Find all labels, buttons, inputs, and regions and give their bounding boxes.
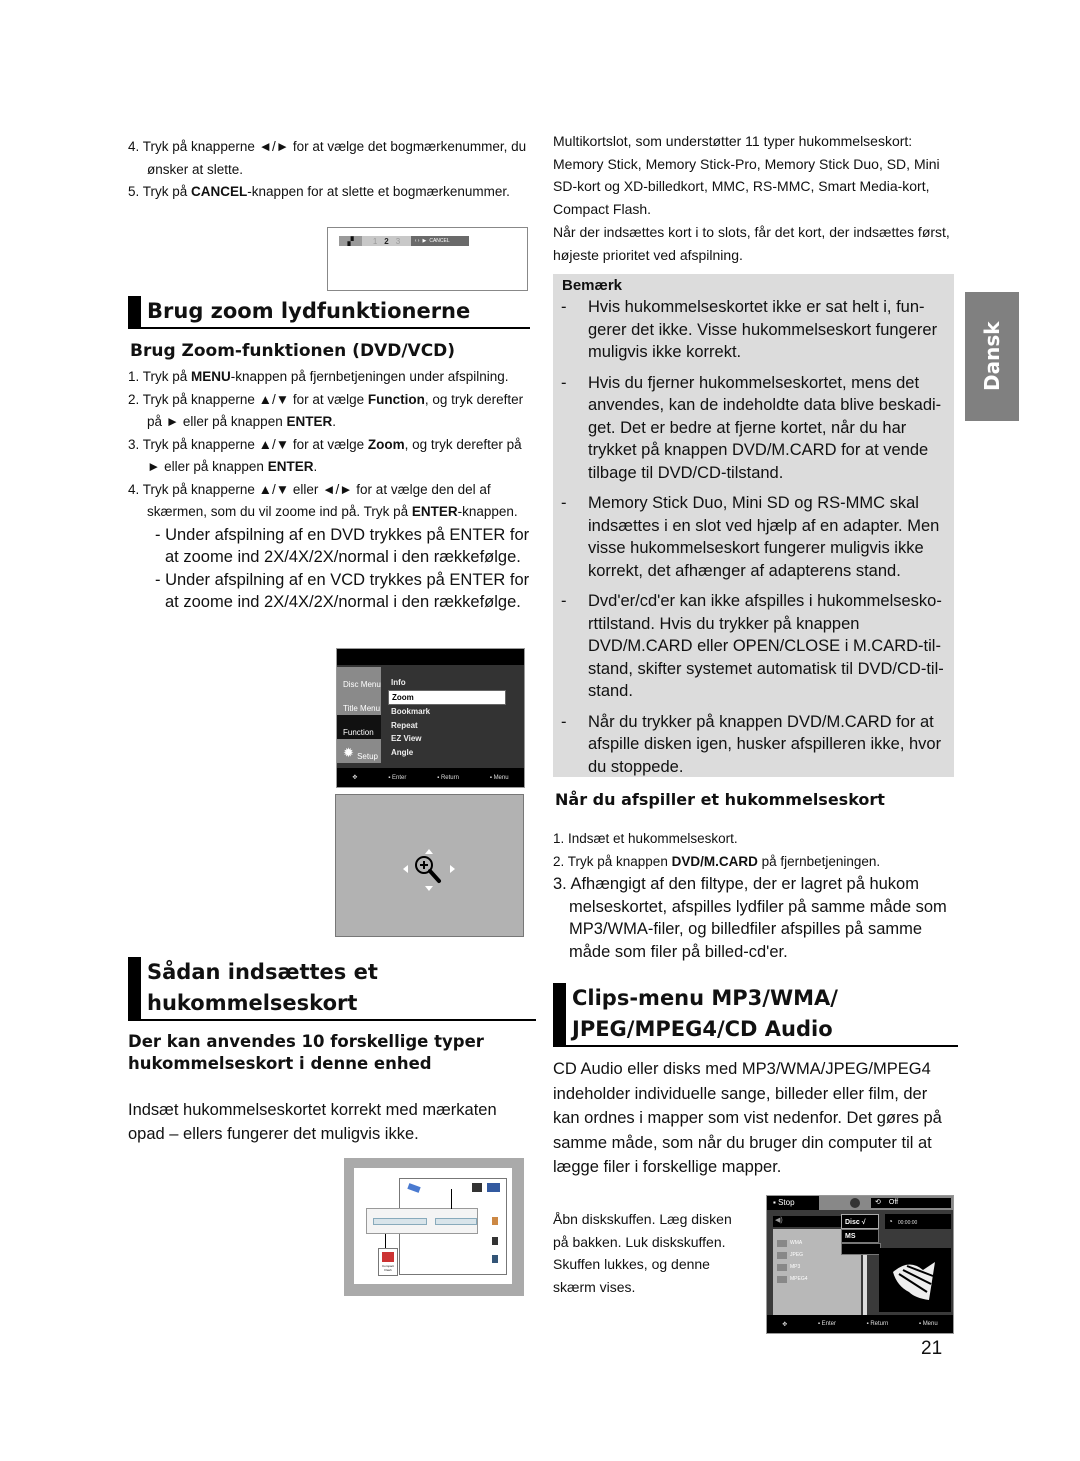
clock-icon: ◔: [888, 1217, 893, 1226]
preview-artwork: [893, 1262, 935, 1300]
clips-caption: Åbn diskskuffen. Læg disken på bakken. L…: [553, 1211, 732, 1295]
compact-flash-icon: [382, 1252, 394, 1262]
priority-paragraph: Når der indsættes kort i to slots, får d…: [553, 224, 950, 263]
play-step-3: 3. Afhængigt af den filtype, der er lagr…: [553, 875, 947, 961]
folder-item[interactable]: MP3: [777, 1261, 857, 1273]
card-slot-diagram: Compact Flash: [344, 1158, 524, 1296]
card-slot-right: [435, 1218, 477, 1225]
menu-tab-function[interactable]: Function: [337, 715, 381, 739]
note-title: Bemærk: [562, 277, 623, 294]
insert-subtitle: Der kan anvendes 10 forskellige typer hu…: [128, 1032, 484, 1073]
menu-item-zoom-selected[interactable]: Zoom: [388, 689, 506, 705]
bookmark-number: 3: [395, 236, 401, 246]
folder-icon: [777, 1251, 787, 1259]
source-option-ms[interactable]: MS: [841, 1229, 879, 1243]
clips-menu-screen: ▪ Stop ⟲ Off ◀) WMA JPEG MP3 MPEG4 Disc √…: [766, 1195, 954, 1334]
left-right-arrows-icon: ‹ ›: [414, 238, 420, 244]
zoom-steps: 1. Tryk på MENU-knappen på fjernbetjenin…: [128, 366, 533, 614]
step-4: 4. Tryk på knapperne ◄/► for at vælge de…: [128, 139, 527, 177]
zoom-subtitle: Brug Zoom-funktionen (DVD/VCD): [130, 341, 456, 361]
play-icon: ▶: [422, 238, 427, 244]
zoom-magnifier-icon: [403, 849, 455, 891]
play-section-title: Når du afspiller et hukommelseskort: [555, 790, 885, 809]
gear-icon: ✹: [343, 745, 354, 760]
compact-flash-card: Compact Flash: [378, 1248, 398, 1276]
bookmark-number: 2: [384, 236, 389, 246]
menu-tab-setup[interactable]: ✹ Setup: [337, 739, 381, 763]
note-box: Bemærk - Hvis hukommelseskortet ikke er s…: [553, 274, 954, 777]
menu-item-repeat[interactable]: Repeat: [388, 719, 506, 733]
zoom-section-title: Brug zoom lydfunktionerne: [128, 296, 530, 329]
multimedia-card-icon: [492, 1217, 498, 1225]
zoom-step-2: 2. Tryk på knapperne ▲/▼ for at vælge Fu…: [128, 391, 524, 430]
folder-item[interactable]: MPEG4: [777, 1273, 857, 1285]
step-5: 5. Tryk på CANCEL-knappen for at slette …: [128, 184, 510, 199]
card-types-paragraph: Multikortslot, som understøtter 11 typer…: [553, 133, 940, 217]
speaker-icon: ◀): [775, 1217, 783, 1224]
zoom-view-screen: [335, 794, 524, 937]
menu-item-angle[interactable]: Angle: [388, 746, 506, 760]
folder-icon: [777, 1263, 787, 1271]
zoom-step-1: 1. Tryk på MENU-knappen på fjernbetjenin…: [128, 369, 509, 384]
rs-mmc-icon: [492, 1255, 498, 1263]
folder-icon: [777, 1275, 787, 1283]
navigation-icon: ✥: [782, 1321, 788, 1328]
note-item: - Hvis hukommelseskortet ikke er sat helt…: [561, 298, 938, 361]
clips-section-title: Clips-menu MP3/WMA/ JPEG/MPEG4/CD Audio: [553, 983, 958, 1047]
footer-menu: ▪ Menu: [918, 1321, 938, 1327]
zoom-subnote-dvd: - Under afspilning af en DVD trykkes på …: [155, 525, 530, 567]
footer-return: ▪ Return: [437, 774, 459, 781]
bookmark-number: 1: [372, 236, 378, 246]
menu-item-ez-view[interactable]: EZ View: [388, 732, 506, 746]
memory-stick-duo-icon: [487, 1183, 500, 1192]
function-menu-screen: Disc Menu Title Menu Function ✹ Setup Inf…: [336, 648, 525, 788]
source-option-disc[interactable]: Disc √: [841, 1214, 879, 1229]
bookmark-icon: ▞: [339, 236, 363, 246]
repeat-status: ⟲ Off: [871, 1198, 951, 1208]
footer-enter: ▪ Enter: [388, 774, 407, 781]
bookmark-osd-screen: ▞ 1 2 3 ‹ › ▶ CANCEL: [327, 227, 528, 291]
play-step-1: 1. Indsæt et hukommelseskort.: [553, 831, 738, 846]
footer-menu: ▪ Menu: [489, 774, 509, 781]
menu-tab-disc-menu[interactable]: Disc Menu: [337, 667, 381, 691]
page-number: 21: [921, 1338, 943, 1359]
play-step-2: 2. Tryk på knappen DVD/M.CARD på fjernbe…: [553, 853, 881, 869]
bookmark-steps: 4. Tryk på knapperne ◄/► for at vælge de…: [128, 136, 528, 204]
disc-icon: [850, 1198, 860, 1208]
insert-section-title: Sådan indsættes et hukommelseskort: [128, 957, 536, 1021]
mini-sd-icon: [492, 1237, 498, 1245]
time-display: ◔ 00:00:00: [885, 1214, 951, 1229]
note-item: - Dvd'er/cd'er kan ikke afspilles i hukom…: [561, 592, 944, 700]
navigation-icon: ✥: [352, 775, 358, 781]
note-item: - Når du trykker på knappen DVD/M.CARD fo…: [561, 712, 942, 776]
play-steps: 1. Indsæt et hukommelseskort. 2. Tryk på…: [553, 828, 953, 963]
status-stop: ▪ Stop: [767, 1196, 819, 1210]
check-icon: √: [861, 1219, 866, 1226]
preview-image: [879, 1248, 951, 1312]
clips-body: CD Audio eller disks med MP3/WMA/JPEG/MP…: [553, 1060, 942, 1176]
menu-item-bookmark[interactable]: Bookmark: [388, 705, 506, 719]
footer-enter: ▪ Enter: [817, 1321, 836, 1327]
memory-stick-icon: [407, 1183, 421, 1193]
note-item: - Memory Stick Duo, Mini SD og RS-MMC ska…: [561, 494, 940, 580]
xd-card-icon: [472, 1183, 482, 1192]
folder-icon: [777, 1239, 787, 1247]
zoom-step-3: 3. Tryk på knapperne ▲/▼ for at vælge Zo…: [128, 436, 522, 475]
repeat-icon: ⟲: [875, 1199, 881, 1206]
zoom-subnote-vcd: - Under afspilning af en VCD trykkes på …: [155, 570, 530, 612]
footer-return: ▪ Return: [866, 1321, 889, 1327]
zoom-step-4: 4. Tryk på knapperne ▲/▼ eller ◄/► for a…: [128, 481, 518, 520]
language-tab: Dansk: [965, 292, 1019, 421]
menu-item-info[interactable]: Info: [388, 676, 506, 690]
insert-body: Indsæt hukommelseskortet korrekt med mær…: [128, 1101, 497, 1143]
cancel-label: CANCEL: [429, 238, 450, 244]
note-item: - Hvis du fjerner hukommelseskortet, mens…: [561, 373, 942, 482]
menu-tab-title-menu[interactable]: Title Menu: [337, 691, 381, 715]
card-slot-left: [373, 1218, 427, 1225]
